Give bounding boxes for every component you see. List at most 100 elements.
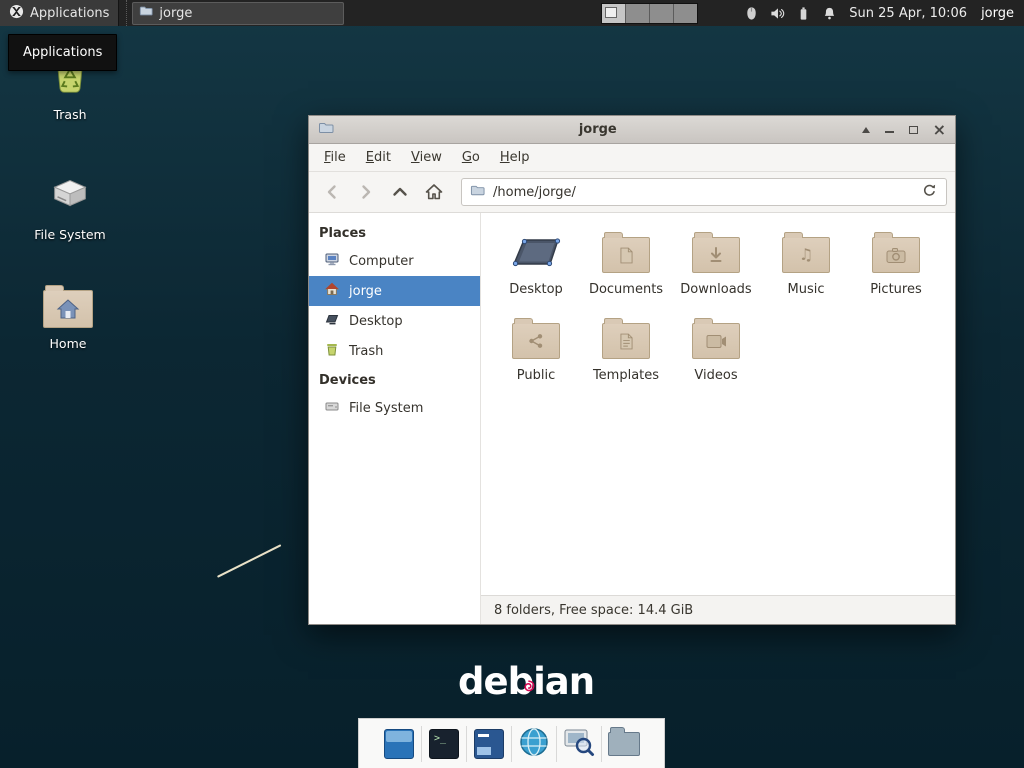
folder-downloads-icon <box>692 227 740 273</box>
workspace-2[interactable] <box>626 4 650 23</box>
menu-help[interactable]: Help <box>491 147 539 168</box>
file-label: Public <box>517 368 555 383</box>
dock-xterm[interactable] <box>467 723 511 765</box>
window-controls: × <box>862 124 946 136</box>
path-bar[interactable]: /home/jorge/ <box>461 178 947 206</box>
window-title: jorge <box>334 122 862 137</box>
file-label: Templates <box>593 368 659 383</box>
folder-icon <box>139 4 153 22</box>
path-folder-icon <box>470 183 485 202</box>
workspace-switcher-icon <box>384 729 414 759</box>
menu-view[interactable]: View <box>402 147 451 168</box>
file-item-videos[interactable]: Videos <box>671 313 761 383</box>
applications-menu-label: Applications <box>30 6 109 21</box>
workspace-pager <box>601 3 698 24</box>
battery-icon[interactable] <box>796 6 811 21</box>
folder-documents-icon <box>602 227 650 273</box>
system-tray <box>744 6 837 21</box>
desktop-icon-label: Home <box>50 336 87 351</box>
status-text: 8 folders, Free space: 14.4 GiB <box>494 603 693 618</box>
applications-tooltip: Applications <box>8 34 117 71</box>
taskbar-window-button[interactable]: jorge <box>132 2 344 25</box>
window-body: Places Computer jorge Desktop <box>309 213 955 624</box>
sidebar-item-label: Desktop <box>349 314 403 329</box>
home-button[interactable] <box>419 177 449 207</box>
desktop-icon-label: Trash <box>53 107 86 122</box>
desktop-special-icon <box>509 227 563 273</box>
file-item-pictures[interactable]: Pictures <box>851 227 941 297</box>
file-label: Desktop <box>509 282 563 297</box>
folder-music-icon: ♫ <box>782 227 830 273</box>
magnifier-icon <box>563 726 595 762</box>
home-icon <box>324 281 340 301</box>
panel-clock[interactable]: Sun 25 Apr, 10:06 <box>849 6 967 21</box>
back-button[interactable] <box>317 177 347 207</box>
debian-swirl-icon <box>522 659 535 702</box>
bottom-dock: >_ <box>358 718 665 768</box>
dock-web-browser[interactable] <box>512 723 556 765</box>
shade-button[interactable] <box>862 127 870 133</box>
sidebar-item-label: Trash <box>349 344 383 359</box>
menu-go[interactable]: Go <box>453 147 489 168</box>
mouse-icon[interactable] <box>744 6 759 21</box>
file-item-music[interactable]: ♫ Music <box>761 227 851 297</box>
file-manager-folder-icon <box>608 732 640 756</box>
desktop-icon-home[interactable]: Home <box>20 290 116 351</box>
window-folder-icon <box>318 120 334 140</box>
files-pane: Desktop Documents <box>481 213 955 624</box>
toolbar: /home/jorge/ <box>309 172 955 213</box>
computer-icon <box>324 251 340 271</box>
window-titlebar[interactable]: jorge × <box>309 116 955 144</box>
xfce-logo-icon <box>9 4 24 23</box>
status-bar: 8 folders, Free space: 14.4 GiB <box>481 595 955 624</box>
sidebar-item-label: Computer <box>349 254 414 269</box>
file-item-templates[interactable]: Templates <box>581 313 671 383</box>
dock-terminal[interactable]: >_ <box>422 723 466 765</box>
sidebar-item-trash[interactable]: Trash <box>309 336 480 366</box>
notifications-bell-icon[interactable] <box>822 6 837 21</box>
cursor-trail-line <box>217 544 281 578</box>
file-item-documents[interactable]: Documents <box>581 227 671 297</box>
volume-icon[interactable] <box>770 6 785 21</box>
workspace-3[interactable] <box>650 4 674 23</box>
file-label: Music <box>788 282 825 297</box>
debian-logo: debian <box>458 660 594 703</box>
workspace-1[interactable] <box>602 4 626 23</box>
workspace-4[interactable] <box>674 4 697 23</box>
file-manager-window: jorge × File Edit View Go Help <box>308 115 956 625</box>
sidebar-places-header: Places <box>309 219 480 246</box>
maximize-button[interactable] <box>909 126 918 134</box>
path-text: /home/jorge/ <box>493 185 913 200</box>
files-grid: Desktop Documents <box>481 213 955 595</box>
sidebar-item-jorge[interactable]: jorge <box>309 276 480 306</box>
dock-file-manager[interactable] <box>602 723 646 765</box>
desktop-icon-label: File System <box>34 227 106 242</box>
panel-username[interactable]: jorge <box>981 6 1014 21</box>
terminal-icon: >_ <box>429 729 459 759</box>
folder-pictures-icon <box>872 227 920 273</box>
file-item-downloads[interactable]: Downloads <box>671 227 761 297</box>
menu-edit[interactable]: Edit <box>357 147 400 168</box>
panel-handle <box>119 0 127 26</box>
reload-icon[interactable] <box>921 182 938 203</box>
drive-icon <box>47 170 93 219</box>
file-item-desktop[interactable]: Desktop <box>491 227 581 297</box>
sidebar-item-desktop[interactable]: Desktop <box>309 306 480 336</box>
sidebar-item-computer[interactable]: Computer <box>309 246 480 276</box>
folder-public-icon <box>512 313 560 359</box>
file-item-public[interactable]: Public <box>491 313 581 383</box>
file-label: Videos <box>694 368 737 383</box>
up-button[interactable] <box>385 177 415 207</box>
folder-templates-icon <box>602 313 650 359</box>
close-button[interactable]: × <box>933 124 946 136</box>
minimize-button[interactable] <box>885 131 894 133</box>
menu-file[interactable]: File <box>315 147 355 168</box>
forward-button[interactable] <box>351 177 381 207</box>
dock-workspace-switcher[interactable] <box>377 723 421 765</box>
applications-menu-button[interactable]: Applications <box>0 0 119 26</box>
dock-application-finder[interactable] <box>557 723 601 765</box>
sidebar-item-label: File System <box>349 401 423 416</box>
desktop-icon-file-system[interactable]: File System <box>22 170 118 242</box>
menubar: File Edit View Go Help <box>309 144 955 172</box>
sidebar-item-file-system[interactable]: File System <box>309 393 480 423</box>
